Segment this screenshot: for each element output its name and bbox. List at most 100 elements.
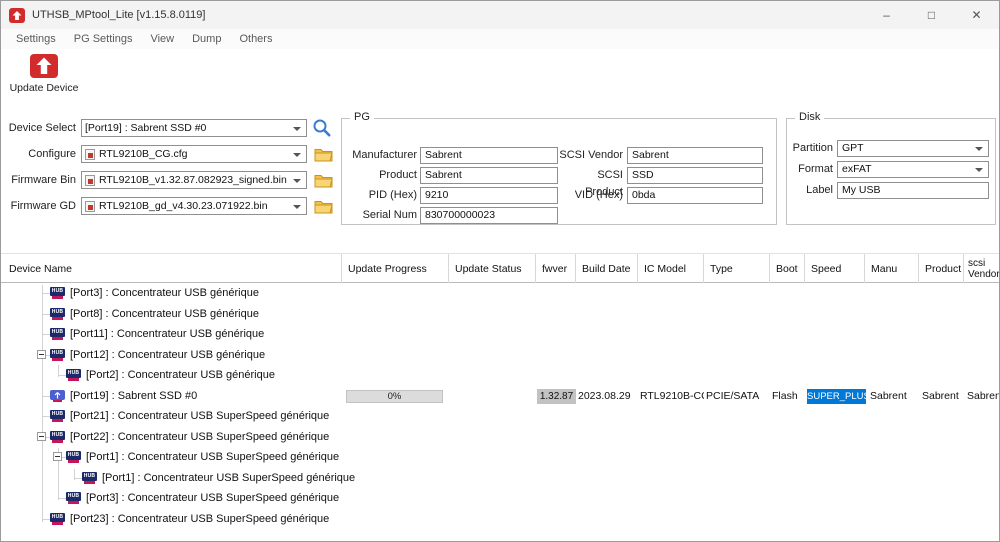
partition-label: Partition bbox=[787, 140, 833, 157]
chevron-down-icon bbox=[293, 205, 301, 209]
scsi-vendor-input[interactable]: Sabrent bbox=[627, 147, 763, 164]
scsi-product-input[interactable]: SSD bbox=[627, 167, 763, 184]
column-type[interactable]: Type bbox=[703, 254, 769, 283]
serial-num-input[interactable]: 830700000023 bbox=[420, 207, 558, 224]
firmware-gd-browse-button[interactable] bbox=[312, 196, 334, 216]
close-button[interactable]: ✕ bbox=[954, 1, 999, 29]
partition-combo[interactable]: GPT bbox=[837, 140, 989, 157]
tree-row-label: [Port3] : Concentrateur USB générique bbox=[70, 287, 259, 299]
speed-cell: SUPER_PLUS bbox=[807, 389, 866, 404]
tree-row-port21[interactable]: HUB [Port21] : Concentrateur USB SuperSp… bbox=[1, 406, 999, 427]
usb-device-icon bbox=[50, 390, 65, 402]
scsi-vendor-label: SCSI Vendor bbox=[557, 147, 623, 164]
menu-settings[interactable]: Settings bbox=[7, 33, 65, 45]
chevron-down-icon bbox=[293, 127, 301, 131]
product-input[interactable]: Sabrent bbox=[420, 167, 558, 184]
firmware-bin-browse-button[interactable] bbox=[312, 170, 334, 190]
boot-cell: Flash bbox=[772, 386, 805, 407]
app-window: UTHSB_MPtool_Lite [v1.15.8.0119] – □ ✕ S… bbox=[0, 0, 1000, 542]
usb-hub-icon: HUB bbox=[50, 349, 65, 361]
format-label: Format bbox=[787, 161, 833, 178]
tree-row-port11[interactable]: HUB [Port11] : Concentrateur USB génériq… bbox=[1, 324, 999, 345]
tree-row-port3-child[interactable]: HUB [Port3] : Concentrateur USB SuperSpe… bbox=[1, 488, 999, 509]
format-combo[interactable]: exFAT bbox=[837, 161, 989, 178]
collapse-expander-icon[interactable] bbox=[37, 432, 46, 441]
gd-file-icon bbox=[85, 201, 95, 212]
column-fwver[interactable]: fwver bbox=[535, 254, 575, 283]
column-scsi-vendor[interactable]: scsi Vendor bbox=[963, 254, 1000, 283]
column-ic-model[interactable]: IC Model bbox=[637, 254, 703, 283]
search-device-button[interactable] bbox=[310, 116, 334, 140]
column-device-name[interactable]: Device Name bbox=[1, 254, 341, 283]
tree-row-port3[interactable]: HUB [Port3] : Concentrateur USB génériqu… bbox=[1, 283, 999, 304]
column-manu[interactable]: Manu bbox=[864, 254, 918, 283]
tree-row-port2[interactable]: HUB [Port2] : Concentrateur USB génériqu… bbox=[1, 365, 999, 386]
manufacturer-input[interactable]: Sabrent bbox=[420, 147, 558, 164]
menu-view[interactable]: View bbox=[141, 33, 183, 45]
usb-hub-icon: HUB bbox=[66, 492, 81, 504]
build-date-cell: 2023.08.29 bbox=[578, 386, 638, 407]
tree-row-port22[interactable]: HUB [Port22] : Concentrateur USB SuperSp… bbox=[1, 427, 999, 448]
disk-label-input[interactable]: My USB bbox=[837, 182, 989, 199]
tree-row-port1[interactable]: HUB [Port1] : Concentrateur USB SuperSpe… bbox=[1, 447, 999, 468]
chevron-down-icon bbox=[293, 179, 301, 183]
update-progress-bar: 0% bbox=[346, 390, 443, 403]
column-product[interactable]: Product bbox=[918, 254, 963, 283]
column-build-date[interactable]: Build Date bbox=[575, 254, 637, 283]
usb-hub-icon: HUB bbox=[66, 451, 81, 463]
partition-value: GPT bbox=[842, 142, 864, 154]
usb-hub-icon: HUB bbox=[50, 410, 65, 422]
tree-row-port19-device[interactable]: [Port19] : Sabrent SSD #0 0% 1.32.87 202… bbox=[1, 386, 999, 407]
configure-combo[interactable]: RTL9210B_CG.cfg bbox=[81, 145, 307, 163]
firmware-bin-combo[interactable]: RTL9210B_v1.32.87.082923_signed.bin bbox=[81, 171, 307, 189]
column-update-status[interactable]: Update Status bbox=[448, 254, 535, 283]
collapse-expander-icon[interactable] bbox=[37, 350, 46, 359]
app-icon bbox=[9, 8, 25, 23]
minimize-button[interactable]: – bbox=[864, 1, 909, 29]
configure-label: Configure bbox=[3, 145, 76, 163]
folder-icon bbox=[314, 147, 333, 162]
pg-group: PG Manufacturer Sabrent Product Sabrent … bbox=[341, 118, 777, 225]
pg-group-title: PG bbox=[350, 111, 374, 123]
usb-hub-icon: HUB bbox=[50, 513, 65, 525]
usb-hub-icon: HUB bbox=[50, 308, 65, 320]
configure-browse-button[interactable] bbox=[312, 144, 334, 164]
column-boot[interactable]: Boot bbox=[769, 254, 804, 283]
firmware-gd-label: Firmware GD bbox=[3, 197, 76, 215]
column-update-progress[interactable]: Update Progress bbox=[341, 254, 448, 283]
firmware-bin-label: Firmware Bin bbox=[3, 171, 76, 189]
window-title: UTHSB_MPtool_Lite [v1.15.8.0119] bbox=[32, 9, 205, 21]
tree-row-port12[interactable]: HUB [Port12] : Concentrateur USB génériq… bbox=[1, 345, 999, 366]
column-speed[interactable]: Speed bbox=[804, 254, 864, 283]
firmware-gd-combo[interactable]: RTL9210B_gd_v4.30.23.071922.bin bbox=[81, 197, 307, 215]
update-device-icon bbox=[29, 53, 59, 79]
product-cell: Sabrent bbox=[922, 386, 965, 407]
toolbar: Update Device bbox=[1, 49, 999, 107]
pid-hex-input[interactable]: 9210 bbox=[420, 187, 558, 204]
tree-row-label: [Port1] : Concentrateur USB SuperSpeed g… bbox=[102, 472, 355, 484]
device-select-combo[interactable]: [Port19] : Sabrent SSD #0 bbox=[81, 119, 307, 137]
search-icon bbox=[312, 118, 332, 138]
usb-hub-icon: HUB bbox=[66, 369, 81, 381]
vid-hex-label: VID (Hex) bbox=[557, 187, 623, 204]
tree-row-label: [Port3] : Concentrateur USB SuperSpeed g… bbox=[86, 492, 339, 504]
scsi-vendor-cell: Sabrent bbox=[967, 386, 999, 407]
tree-row-port23[interactable]: HUB [Port23] : Concentrateur USB SuperSp… bbox=[1, 509, 999, 530]
menu-dump[interactable]: Dump bbox=[183, 33, 230, 45]
vid-hex-input[interactable]: 0bda bbox=[627, 187, 763, 204]
collapse-expander-icon[interactable] bbox=[53, 452, 62, 461]
tree-row-label: [Port19] : Sabrent SSD #0 bbox=[70, 390, 197, 402]
tree-row-port8[interactable]: HUB [Port8] : Concentrateur USB génériqu… bbox=[1, 304, 999, 325]
menu-others[interactable]: Others bbox=[230, 33, 281, 45]
folder-icon bbox=[314, 173, 333, 188]
ic-model-cell: RTL9210B-CG bbox=[640, 386, 704, 407]
serial-num-label: Serial Num bbox=[342, 207, 417, 224]
maximize-button[interactable]: □ bbox=[909, 1, 954, 29]
tree-row-label: [Port2] : Concentrateur USB générique bbox=[86, 369, 275, 381]
tree-row-label: [Port1] : Concentrateur USB SuperSpeed g… bbox=[86, 451, 339, 463]
disk-group-title: Disk bbox=[795, 111, 824, 123]
tree-row-label: [Port22] : Concentrateur USB SuperSpeed … bbox=[70, 431, 329, 443]
menu-pg-settings[interactable]: PG Settings bbox=[65, 33, 142, 45]
tree-row-port1-child[interactable]: HUB [Port1] : Concentrateur USB SuperSpe… bbox=[1, 468, 999, 489]
update-device-button[interactable]: Update Device bbox=[9, 53, 79, 94]
